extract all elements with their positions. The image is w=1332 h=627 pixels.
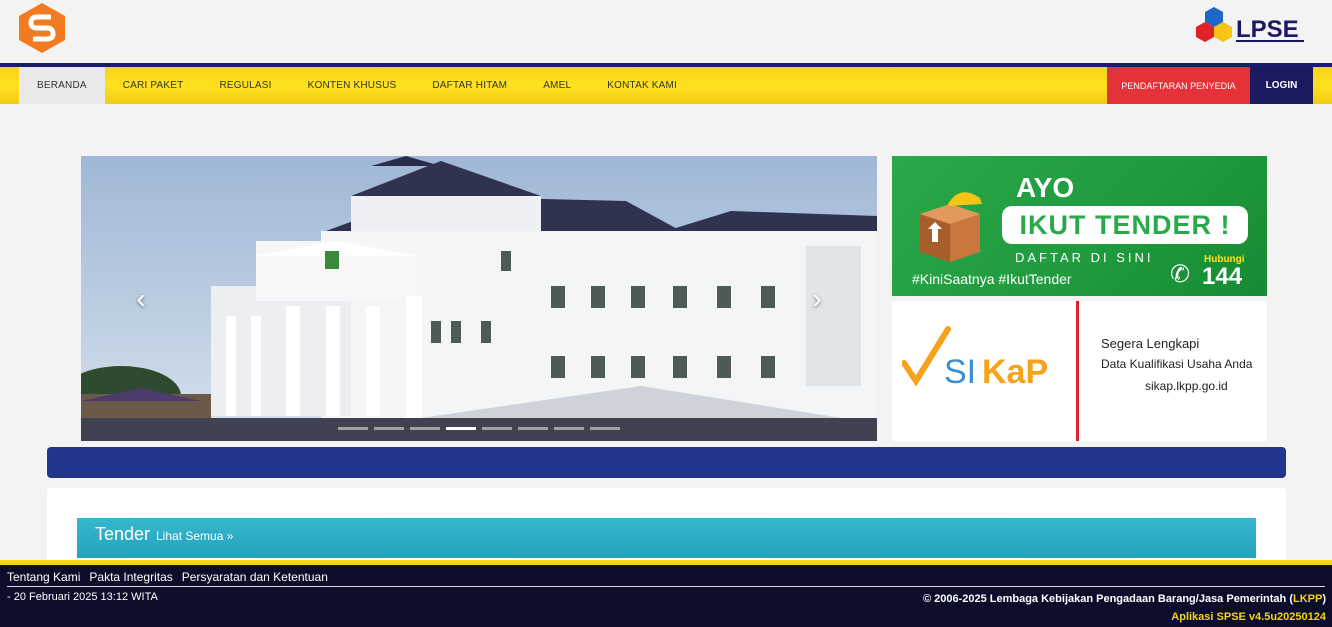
copyright-suffix: ) — [1322, 593, 1326, 605]
carousel-indicator[interactable] — [374, 427, 404, 430]
footer: Tentang Kami Pakta Integritas Persyarata… — [0, 565, 1332, 627]
lpse-logo-icon[interactable]: LPSE — [1196, 5, 1306, 51]
carousel-indicator[interactable] — [518, 427, 548, 430]
box-helmet-icon — [920, 192, 982, 262]
carousel-indicator-active[interactable] — [446, 427, 476, 430]
tender-title: Tender — [95, 524, 151, 544]
nav-item-beranda[interactable]: BERANDA — [19, 67, 105, 104]
carousel-indicator[interactable] — [590, 427, 620, 430]
nav-menu: BERANDA CARI PAKET REGULASI KONTEN KHUSU… — [19, 67, 695, 104]
banner-hashtag: #KiniSaatnya #IkutTender — [912, 271, 1072, 287]
footer-copyright: © 2006-2025 Lembaga Kebijakan Pengadaan … — [923, 593, 1326, 605]
carousel-indicators — [338, 427, 620, 430]
svg-text:SI: SI — [944, 353, 976, 391]
banner-number: 144 — [1202, 263, 1243, 290]
sikap-url: sikap.lkpp.go.id — [1145, 379, 1228, 393]
svg-text:LPSE: LPSE — [1236, 16, 1299, 43]
banner-ikut-pill: IKUT TENDER ! — [1002, 206, 1248, 244]
tender-see-all-link[interactable]: Lihat Semua » — [156, 529, 233, 543]
sikap-banner[interactable]: SI KaP Segera Lengkapi Data Kualifikasi … — [892, 301, 1267, 441]
sikap-line1: Segera Lengkapi — [1101, 336, 1200, 351]
carousel-indicator[interactable] — [554, 427, 584, 430]
register-provider-button[interactable]: PENDAFTARAN PENYEDIA — [1107, 67, 1250, 104]
nav-item-kontak-kami[interactable]: KONTAK KAMI — [589, 67, 695, 104]
carousel-indicator[interactable] — [410, 427, 440, 430]
sikap-line2: Data Kualifikasi Usaha Anda — [1101, 357, 1253, 371]
carousel-next-icon[interactable]: › — [807, 284, 827, 314]
footer-link-pakta-integritas[interactable]: Pakta Integritas — [89, 570, 172, 584]
banner-daftar: DAFTAR DI SINI — [1015, 250, 1154, 265]
ikut-tender-banner[interactable]: AYO IKUT TENDER ! DAFTAR DI SINI #KiniSa… — [892, 156, 1267, 296]
copyright-prefix: © 2006-2025 Lembaga Kebijakan Pengadaan … — [922, 593, 1293, 605]
banner-ayo: AYO — [1016, 172, 1075, 203]
tender-section-header: Tender Lihat Semua » — [77, 518, 1256, 558]
sikap-logo-icon: SI KaP — [902, 326, 1048, 391]
footer-links: Tentang Kami Pakta Integritas Persyarata… — [7, 570, 328, 584]
hero-carousel[interactable]: ‹ › — [81, 156, 877, 441]
carousel-prev-icon[interactable]: ‹ — [131, 284, 151, 314]
carousel-indicator[interactable] — [338, 427, 368, 430]
building-photo — [81, 156, 877, 441]
footer-link-persyaratan[interactable]: Persyaratan dan Ketentuan — [182, 570, 328, 584]
nav-item-daftar-hitam[interactable]: DAFTAR HITAM — [414, 67, 525, 104]
announcement-bar — [47, 447, 1286, 478]
svg-text:KaP: KaP — [982, 353, 1048, 391]
main-navbar: BERANDA CARI PAKET REGULASI KONTEN KHUSU… — [0, 67, 1332, 104]
app-version: Aplikasi SPSE v4.5u20250124 — [1171, 611, 1326, 623]
nav-item-amel[interactable]: AMEL — [525, 67, 589, 104]
spse-logo-icon[interactable] — [19, 3, 65, 53]
banner-ikut-text: IKUT TENDER ! — [1019, 209, 1231, 240]
nav-item-konten-khusus[interactable]: KONTEN KHUSUS — [290, 67, 415, 104]
footer-link-tentang-kami[interactable]: Tentang Kami — [7, 570, 80, 584]
footer-divider — [7, 586, 1325, 587]
phone-icon: ✆ — [1170, 261, 1191, 288]
sikap-divider — [1076, 301, 1079, 441]
nav-item-regulasi[interactable]: REGULASI — [201, 67, 289, 104]
top-header: LPSE — [0, 0, 1332, 63]
lkpp-link[interactable]: LKPP — [1293, 593, 1322, 605]
footer-date: - 20 Februari 2025 13:12 WITA — [7, 591, 158, 603]
carousel-indicator[interactable] — [482, 427, 512, 430]
login-button[interactable]: LOGIN — [1250, 67, 1313, 104]
nav-item-cari-paket[interactable]: CARI PAKET — [105, 67, 202, 104]
